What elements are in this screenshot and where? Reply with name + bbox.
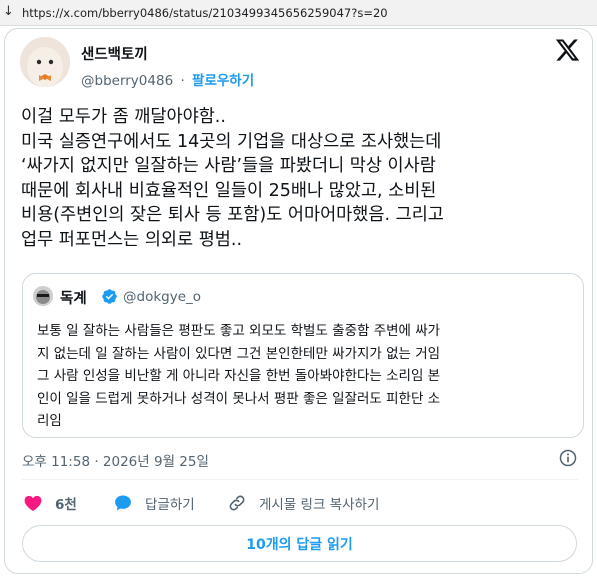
like-button[interactable]: 6천: [23, 491, 77, 515]
post-text: 이걸 모두가 좀 깨달아야함.. 미국 실증연구에서도 14곳의 기업을 대상으…: [21, 105, 591, 252]
browser-url-bar[interactable]: ↓ https://x.com/bberry0486/status/210349…: [0, 0, 597, 26]
post-line: 비용(주변인의 잦은 퇴사 등 포함)도 어마어마했음. 그리고: [21, 205, 444, 225]
meta-separator: ·: [180, 73, 185, 89]
avatar[interactable]: [20, 37, 70, 87]
info-icon[interactable]: [558, 448, 578, 468]
verified-badge-icon: [102, 289, 117, 304]
copy-link-button[interactable]: 게시물 링크 복사하기: [227, 491, 379, 515]
post-line: ‘싸가지 없지만 일잘하는 사람’들을 파봤더니 막상 이사람: [21, 156, 436, 176]
quoted-line: 리임: [37, 413, 62, 429]
back-arrow-icon[interactable]: ↓: [3, 4, 14, 19]
author-meta: @bberry0486 · 팔로우하기: [81, 69, 254, 89]
quoted-line: 지 없는데 일 잘하는 사람이 있다면 그건 본인한테만 싸가지가 없는 거임: [37, 345, 441, 362]
reply-button[interactable]: 답글하기: [113, 491, 195, 515]
like-count: 6천: [55, 497, 77, 513]
quoted-post[interactable]: 독계 @dokgye_o 보통 일 잘하는 사람들은 평판도 좋고 외모도 학벌…: [22, 273, 584, 438]
read-replies-button[interactable]: 10개의 답글 읽기: [22, 525, 577, 562]
divider: [22, 479, 578, 480]
author-handle[interactable]: @bberry0486: [81, 73, 173, 89]
post-line: 미국 실증연구에서도 14곳의 기업을 대상으로 조사했는데: [21, 131, 442, 152]
quoted-line: 인이 일을 드럽게 못하거나 성격이 못나서 평판 좋은 일잘러도 피한단 소: [37, 390, 441, 407]
quoted-line: 보통 일 잘하는 사람들은 평판도 좋고 외모도 학벌도 출중함 주변에 싸가: [37, 323, 441, 339]
speech-bubble-icon: [115, 495, 131, 511]
post-line: 때문에 회사내 비효율적인 일들이 25배나 많았고, 소비된: [21, 180, 437, 201]
quoted-author-name: 독계: [60, 291, 87, 307]
author-name[interactable]: 샌드백토끼: [81, 43, 148, 64]
link-icon: [229, 495, 245, 511]
x-logo-icon[interactable]: [554, 37, 581, 63]
quoted-text: 보통 일 잘하는 사람들은 평판도 좋고 외모도 학벌도 출중함 주변에 싸가 …: [37, 320, 577, 433]
quoted-author-handle: @dokgye_o: [123, 289, 202, 305]
quoted-avatar[interactable]: [33, 286, 53, 306]
post-line: 이걸 모두가 좀 깨달아야함..: [21, 107, 226, 127]
follow-button[interactable]: 팔로우하기: [192, 73, 254, 89]
action-bar: 6천 답글하기 게시물 링크 복사하기: [21, 491, 581, 515]
post-card: 샌드백토끼 @bberry0486 · 팔로우하기 이걸 모두가 좀 깨달아야함…: [4, 28, 593, 574]
copy-link-label: 게시물 링크 복사하기: [259, 497, 380, 513]
post-line: 업무 퍼포먼스는 의외로 평범..: [21, 229, 243, 250]
reply-label: 답글하기: [145, 497, 195, 513]
post-timestamp[interactable]: 오후 11:58 · 2026년 9월 25일: [22, 450, 209, 470]
heart-icon: [24, 495, 42, 511]
url-text[interactable]: https://x.com/bberry0486/status/21034993…: [22, 6, 388, 20]
quoted-line: 그 사람 인성을 비난할 게 아니라 자신을 한번 돌아봐야한다는 소리임 본: [37, 368, 441, 384]
